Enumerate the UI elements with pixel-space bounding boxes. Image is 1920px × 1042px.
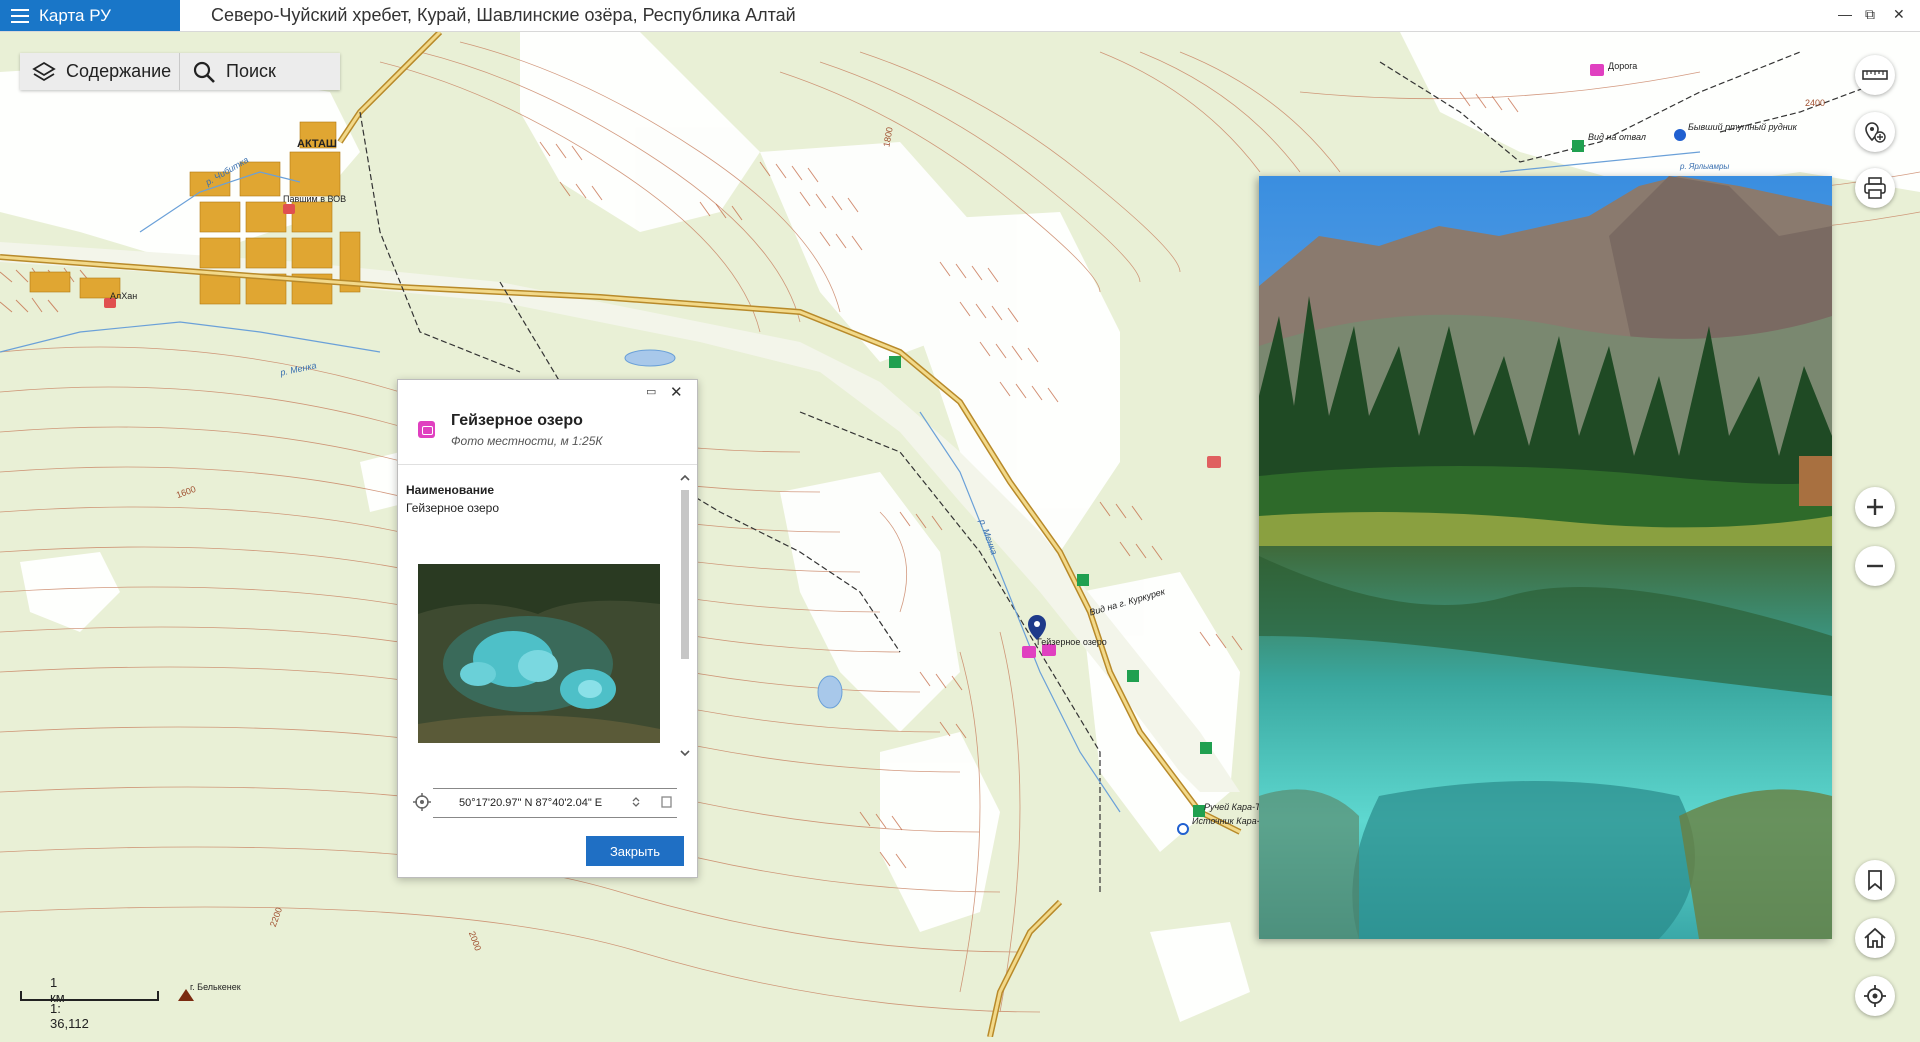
scale-ratio: 1: 36,112 [50,1001,89,1031]
popup-divider [398,464,697,465]
popup-subtitle: Фото местности, м 1:25К [451,434,603,448]
bookmark-icon [1868,870,1882,891]
minus-icon [1867,564,1883,568]
app-menu-button[interactable]: Карта РУ [0,0,180,31]
crosshair-icon [1864,985,1886,1007]
scrollbar-thumb[interactable] [681,490,689,659]
spring-label: Источник Кара- [1192,816,1260,826]
copy-icon[interactable] [660,795,674,809]
town-label: АКТАШ [297,138,337,150]
plus-icon [1867,499,1883,515]
search-label: Поиск [226,61,276,81]
photo-poi-icon [418,421,435,438]
river-yarlyamry-label: р. Ярлыамры [1680,162,1730,171]
view-dump-label: Вид на отвал [1588,132,1646,142]
search-icon [193,61,215,83]
contents-label: Содержание [66,61,172,81]
popup-close-button[interactable]: Закрыть [586,836,684,866]
layers-icon [32,61,56,81]
coordinate-format-toggle-icon[interactable] [631,795,641,809]
bookmark-button[interactable] [1855,860,1895,900]
scale-bar [20,991,159,1001]
restore-button[interactable]: ⧉ [1865,6,1875,23]
popup-maximize-button[interactable]: ▭ [646,385,656,398]
stream-label: Ручей Кара-Т [1204,802,1261,812]
my-location-button[interactable] [1855,976,1895,1016]
zoom-out-button[interactable] [1855,546,1895,586]
window-title: Северо-Чуйский хребет, Курай, Шавлинские… [211,5,796,25]
search-button[interactable]: Поиск [180,53,340,90]
hamburger-icon [11,8,29,23]
lake-photo-image [1259,176,1832,939]
feature-info-popup: ▭ ✕ Гейзерное озеро Фото местности, м 1:… [397,379,698,878]
app-name: Карта РУ [39,5,111,25]
photo-thumbnail[interactable] [418,564,660,743]
close-window-button[interactable]: ✕ [1893,6,1905,23]
location-photo-large[interactable] [1259,176,1832,939]
popup-title: Гейзерное озеро [451,412,583,429]
cafe-label: АлХан [110,291,138,301]
popup-close-icon-button[interactable]: ✕ [670,383,683,401]
map-toolbar: Содержание Поиск [20,53,340,90]
printer-icon [1864,177,1886,199]
title-bar: Карта РУ Северо-Чуйский хребет, Курай, Ш… [0,0,1920,32]
name-field-label: Наименование [406,483,495,497]
location-add-icon [1865,122,1886,143]
name-field-value: Гейзерное озеро [406,501,500,515]
zoom-in-button[interactable] [1855,487,1895,527]
coordinates-value: 50°17'20.97" N 87°40'2.04" E [459,797,603,809]
home-icon [1864,927,1886,948]
add-place-button[interactable] [1855,112,1895,152]
geyser-lake-thumbnail-image [418,564,660,743]
minimize-button[interactable]: — [1838,6,1852,22]
mine-label: Бывший ртутный рудник [1688,122,1797,132]
scroll-down-icon[interactable] [679,747,691,759]
coordinates-target-icon [413,793,431,811]
home-button[interactable] [1855,918,1895,958]
lake-map-label[interactable]: Гейзерное озеро [1037,637,1107,647]
peak-label: г. Белькенек [190,982,241,992]
scroll-up-icon[interactable] [679,472,691,484]
contour-label-2400: 2400 [1805,98,1826,108]
popup-scrollbar[interactable] [679,472,691,759]
ruler-button[interactable] [1855,55,1895,95]
ruler-icon [1862,70,1888,80]
contents-button[interactable]: Содержание [20,53,180,90]
road-poi-label: Дорога [1608,61,1638,71]
memorial-label: Павшим в ВОВ [283,194,347,204]
print-button[interactable] [1855,168,1895,208]
